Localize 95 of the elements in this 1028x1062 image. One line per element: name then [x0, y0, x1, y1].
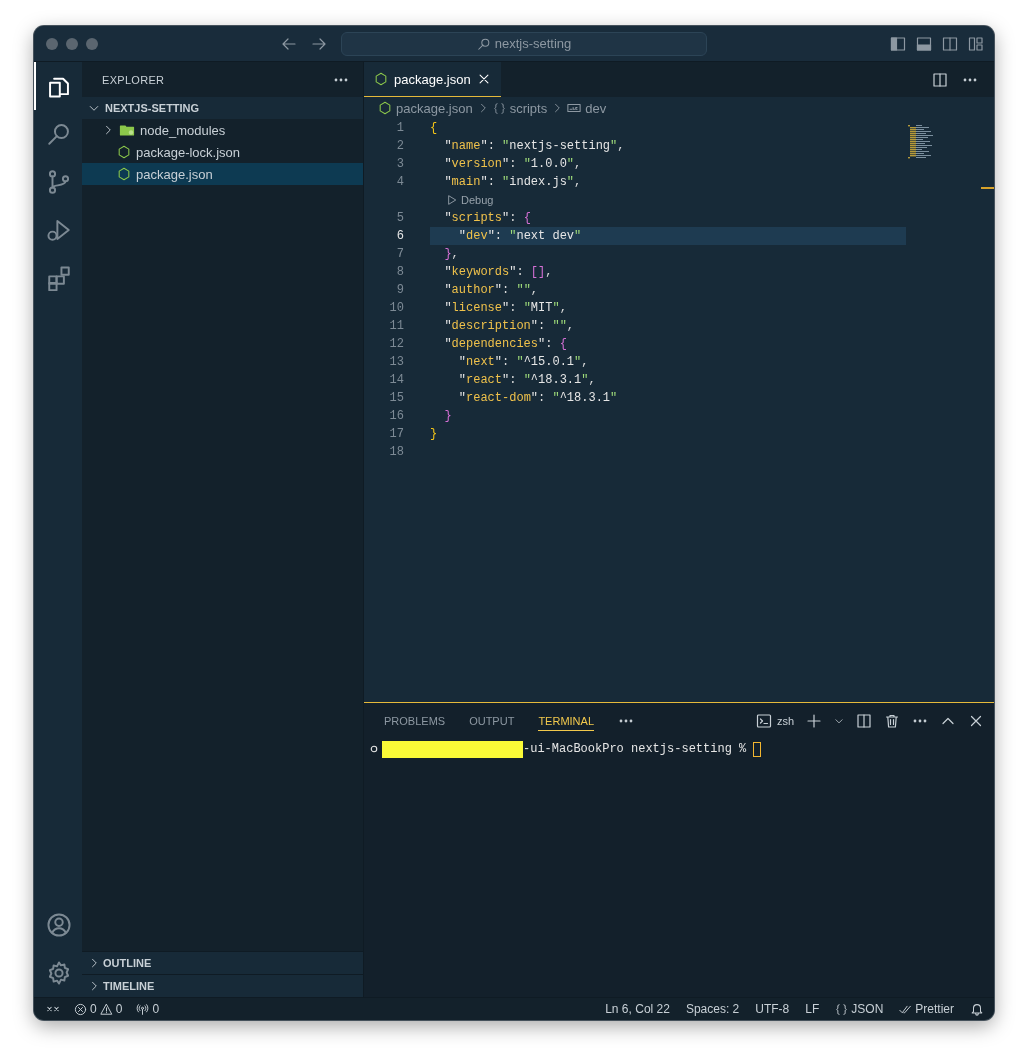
- string-icon: [567, 101, 582, 115]
- status-item[interactable]: UTF-8: [755, 1002, 790, 1016]
- code-line: },: [443, 246, 460, 263]
- code-line: "author": "",: [443, 282, 540, 299]
- broadcast-icon: [136, 1002, 150, 1016]
- line-number: 6: [395, 229, 404, 243]
- line-number: 16: [388, 409, 404, 423]
- js-file-icon: [117, 167, 131, 181]
- line-number: 8: [395, 265, 404, 279]
- settings-icon[interactable]: [46, 960, 72, 986]
- status-item[interactable]: Spaces: 2: [685, 1002, 740, 1016]
- minimize-window-button[interactable]: [66, 37, 78, 50]
- panel-tab[interactable]: OUTPUT: [469, 710, 515, 731]
- line-number: 5: [395, 211, 404, 225]
- search-icon: [476, 36, 491, 51]
- line-number: 7: [395, 247, 404, 261]
- status-item[interactable]: JSON: [835, 1002, 884, 1016]
- terminal-shell-tab[interactable]: zsh: [755, 712, 794, 729]
- account-icon[interactable]: [46, 912, 72, 938]
- code-line: "keywords": [],: [443, 264, 554, 281]
- toggle-sidebar-icon[interactable]: [890, 35, 906, 52]
- close-window-button[interactable]: [46, 37, 58, 50]
- run-debug-icon[interactable]: [46, 217, 72, 243]
- toggle-panel-icon[interactable]: [916, 35, 932, 52]
- search-icon[interactable]: [46, 121, 72, 147]
- code-line: }: [430, 426, 439, 443]
- status-item[interactable]: LF: [805, 1002, 820, 1016]
- source-control-icon[interactable]: [46, 169, 72, 195]
- line-number: 12: [388, 337, 404, 351]
- breadcrumb-item[interactable]: scripts: [509, 100, 548, 116]
- toggle-secondary-sidebar-icon[interactable]: [942, 35, 958, 52]
- file-tree-item[interactable]: node_modules: [82, 119, 363, 141]
- play-icon: [446, 194, 458, 206]
- code-line: "dependencies": {: [443, 336, 568, 353]
- trash-icon[interactable]: [884, 712, 900, 729]
- ports-status[interactable]: 0: [136, 1002, 160, 1016]
- sidebar-section-header[interactable]: OUTLINE: [82, 951, 363, 974]
- code-line: {: [430, 120, 439, 137]
- folder-header[interactable]: NEXTJS-SETTING: [82, 97, 363, 119]
- line-number: 11: [388, 319, 404, 333]
- line-number: 18: [388, 445, 404, 459]
- customize-layout-icon[interactable]: [968, 35, 984, 52]
- code-line: "next": "^15.0.1",: [457, 354, 590, 371]
- file-tree-item[interactable]: package-lock.json: [82, 141, 363, 163]
- folder-icon: [119, 122, 135, 138]
- circle-icon: [370, 745, 378, 753]
- terminal-prompt: -ui-MacBookPro nextjs-setting %: [523, 742, 747, 756]
- editor-tab[interactable]: package.json: [364, 62, 501, 97]
- panel-tab[interactable]: TERMINAL: [538, 710, 594, 731]
- bell-icon[interactable]: [970, 1002, 984, 1016]
- line-number: 3: [395, 157, 404, 171]
- file-tree-item[interactable]: package.json: [82, 163, 363, 185]
- code-line: "name": "nextjs-setting",: [443, 138, 626, 155]
- code-line: "react-dom": "^18.3.1": [457, 390, 619, 407]
- line-number: 10: [388, 301, 404, 315]
- code-line: "license": "MIT",: [443, 300, 568, 317]
- status-item[interactable]: Prettier: [899, 1002, 954, 1016]
- zoom-window-button[interactable]: [86, 37, 98, 50]
- breadcrumb-item[interactable]: package.json: [396, 100, 473, 116]
- extensions-icon[interactable]: [46, 265, 72, 291]
- line-number: 9: [395, 283, 404, 297]
- line-number: 1: [395, 121, 404, 135]
- code-line: "description": "",: [443, 318, 576, 335]
- sidebar-section-header[interactable]: TIMELINE: [82, 974, 363, 997]
- plus-icon[interactable]: [806, 712, 822, 729]
- terminal-cursor: [753, 741, 762, 757]
- problems-status[interactable]: 0 0: [74, 1002, 123, 1016]
- code-line: "scripts": {: [443, 210, 532, 227]
- braces-icon: [492, 101, 506, 115]
- line-number: 17: [388, 427, 404, 441]
- warning-icon: [99, 1002, 113, 1016]
- error-icon: [74, 1002, 87, 1016]
- split-terminal-icon[interactable]: [856, 712, 872, 729]
- command-search-field[interactable]: nextjs-setting: [341, 31, 707, 56]
- line-number: 2: [395, 139, 404, 153]
- breadcrumb-item[interactable]: dev: [585, 100, 607, 116]
- code-line: "version": "1.0.0",: [443, 156, 583, 173]
- code-line: }: [443, 408, 453, 425]
- split-editor-icon[interactable]: [932, 71, 948, 88]
- line-number: 14: [388, 373, 404, 387]
- explorer-title: EXPLORER: [102, 73, 165, 86]
- code-line: "main": "index.js",: [443, 174, 583, 191]
- code-line: "react": "^18.3.1",: [457, 372, 597, 389]
- debug-codelens[interactable]: Debug: [446, 191, 494, 209]
- line-number: 4: [395, 175, 404, 189]
- panel-tab[interactable]: PROBLEMS: [384, 710, 446, 731]
- js-file-icon: [117, 145, 131, 159]
- scrollbar-marker: [981, 187, 994, 189]
- js-file-icon: [374, 72, 388, 86]
- line-number: 15: [388, 391, 404, 405]
- js-file-icon: [378, 101, 392, 115]
- braces-icon: [835, 1002, 849, 1016]
- status-item[interactable]: Ln 6, Col 22: [605, 1002, 670, 1016]
- line-number: 13: [388, 355, 404, 369]
- terminal-icon: [755, 712, 772, 729]
